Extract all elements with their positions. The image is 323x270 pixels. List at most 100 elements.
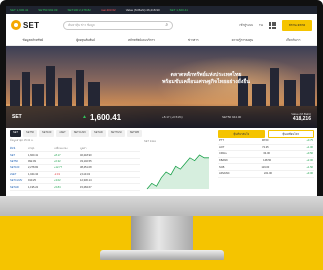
index-chart[interactable] xyxy=(144,146,212,192)
row-last: 2,278.82 xyxy=(28,166,39,170)
login-link[interactable]: เข้าสู่ระบบ xyxy=(239,23,253,28)
highlight-symbol: ADVANC xyxy=(219,172,230,176)
tab-set50[interactable]: SET50 xyxy=(23,130,37,137)
site-header: SET ค้นหาหุ้น ข่าว ข้อมูล ⌕ เข้าสู่ระบบ … xyxy=(6,14,317,36)
row-value: 15,284.67 xyxy=(80,185,92,189)
set-logo-icon xyxy=(11,20,21,30)
set-logo[interactable]: SET xyxy=(11,20,39,30)
row-value: 38,451.08 xyxy=(80,166,92,170)
market-value: Value (M.Baht) 418,216 xyxy=(291,112,311,122)
nav-item-news[interactable]: ข่าวสาร xyxy=(188,38,199,43)
hero-title-line1: ตลาดหลักทรัพย์แห่งประเทศไทย xyxy=(170,72,242,78)
ticker-item[interactable]: SET50 992.09 xyxy=(38,8,57,12)
highlight-change: +0.75 xyxy=(306,139,313,143)
highlight-row[interactable]: CPALL 64.00 +0.50 xyxy=(218,151,314,158)
hero-banner: ตลาดหลักทรัพย์แห่งประเทศไทย พร้อมขับเคลื… xyxy=(6,46,317,128)
search-icon[interactable]: ⌕ xyxy=(165,22,168,28)
ticker-item[interactable]: mai 403.62 xyxy=(101,8,116,12)
apps-grid-icon[interactable] xyxy=(269,21,276,29)
main-nav: ข้อมูลหลักทรัพย์ ผู้ลงทุนสัมพันธ์ หลักทร… xyxy=(6,36,317,46)
row-symbol[interactable]: SETHD xyxy=(10,186,28,189)
column-header: เปลี่ยนแปลง xyxy=(54,146,68,150)
search-input[interactable]: ค้นหาหุ้น ข่าว ข้อมูล ⌕ xyxy=(63,20,174,30)
monitor-stand-neck xyxy=(131,216,193,252)
highlight-symbol: CPALL xyxy=(219,152,228,156)
highlight-price: 64.00 xyxy=(263,152,270,156)
browser-screen: SET 1,600.41 SET50 992.09 SET100 2,278.82 m… xyxy=(6,6,317,196)
nav-item-investor-relations[interactable]: ผู้ลงทุนสัมพันธ์ xyxy=(76,38,95,43)
update-time: ข้อมูลล่าสุด 15:42 น. xyxy=(10,139,34,142)
row-change: +6.32 xyxy=(54,159,61,163)
column-header: มูลค่า xyxy=(80,146,87,150)
logo-text: SET xyxy=(23,20,40,30)
row-symbol[interactable]: SET xyxy=(10,154,28,157)
row-symbol[interactable]: SET100 xyxy=(10,166,28,169)
highlight-row[interactable]: KBANK 148.50 +2.00 xyxy=(218,158,314,165)
row-last: 910.25 xyxy=(28,179,36,183)
tab-setwb[interactable]: SETWB xyxy=(126,130,142,137)
chart-title: SET Index xyxy=(144,140,157,143)
monitor-stand-base xyxy=(100,250,224,260)
highlight-row[interactable]: ADVANC 221.00 +3.00 xyxy=(218,171,314,178)
highlight-tab[interactable]: หุ้นที่น่าสนใจ xyxy=(218,130,265,138)
highlight-symbol: SCB xyxy=(219,165,225,169)
row-change: -2.19 xyxy=(54,172,60,176)
row-change: +8.17 xyxy=(54,153,61,157)
index-summary-bar[interactable]: SET ▲ 1,600.41 +8.17 (+0.51%) SET50 944.… xyxy=(6,106,317,128)
tab-sset[interactable]: sSET xyxy=(56,130,69,137)
highlight-row[interactable]: AOT 72.25 +1.00 xyxy=(218,145,314,152)
row-value: 33,102.55 xyxy=(80,159,92,163)
nav-item-about[interactable]: เกี่ยวกับเรา xyxy=(286,38,300,43)
ticker-item[interactable]: SET 1,600.41 xyxy=(170,8,188,12)
highlight-price: 148.50 xyxy=(263,159,272,163)
row-symbol[interactable]: SET50 xyxy=(10,160,28,163)
highlight-symbol: KBANK xyxy=(219,159,228,163)
market-status-button[interactable]: สถานะตลาด xyxy=(282,19,312,31)
highlight-price: 38.50 xyxy=(261,139,269,143)
nav-item-products[interactable]: หลักทรัพย์และบริการ xyxy=(128,38,155,43)
row-value: 12,330.14 xyxy=(80,179,92,183)
highlight-change: +2.00 xyxy=(306,159,313,163)
ticker-item[interactable]: Value (M.Baht) 46,218.90 xyxy=(126,8,160,12)
row-value: 46,218.90 xyxy=(80,153,92,157)
table-row[interactable]: SETHD 1,195.22 +5.84 15,284.67 xyxy=(10,184,140,191)
row-last: 1,600.41 xyxy=(28,153,39,157)
row-last: 992.09 xyxy=(28,159,36,163)
column-header: ล่าสุด xyxy=(28,146,35,150)
highlight-row[interactable]: PTT 38.50 +0.75 xyxy=(218,138,314,145)
monitor-bezel: SET 1,600.41 SET50 992.09 SET100 2,278.82 m… xyxy=(0,0,323,196)
ticker-item[interactable]: SET100 2,278.82 xyxy=(67,8,90,12)
nav-item-knowledge[interactable]: ความรู้การลงทุน xyxy=(232,38,253,43)
index-tabs: SET SET50 SET100 sSET SETCLMV SETHD SETTHSI SET… xyxy=(10,130,210,137)
row-symbol[interactable]: sSET xyxy=(10,173,28,176)
highlight-change: +3.00 xyxy=(306,172,313,176)
up-arrow-icon: ▲ xyxy=(82,114,87,120)
index-name: SET xyxy=(12,114,22,120)
language-switch[interactable]: TH xyxy=(259,23,263,27)
highlight-symbol: AOT xyxy=(219,145,225,149)
row-symbol[interactable]: SETCLMV xyxy=(10,179,28,182)
hero-title-line2: พร้อมขับเคลื่อนเศรษฐกิจไทยอย่างยั่งยืน xyxy=(162,79,250,85)
row-change: +12.77 xyxy=(54,166,63,170)
index-table: ดัชนี ล่าสุด เปลี่ยนแปลง มูลค่า SET 1,600.41 +… xyxy=(10,146,140,191)
search-placeholder: ค้นหาหุ้น ข่าว ข้อมูล xyxy=(68,22,95,27)
column-header: ดัชนี xyxy=(10,146,16,150)
tab-setthsi[interactable]: SETTHSI xyxy=(107,130,125,137)
highlight-row[interactable]: SCB 119.00 +1.50 xyxy=(218,164,314,171)
nav-item-securities[interactable]: ข้อมูลหลักทรัพย์ xyxy=(23,38,44,43)
row-value: 2,110.43 xyxy=(80,172,90,176)
tab-set100[interactable]: SET100 xyxy=(38,130,55,137)
tab-set[interactable]: SET xyxy=(10,130,22,137)
highlight-price: 221.00 xyxy=(264,172,272,176)
row-change: +5.84 xyxy=(54,185,61,189)
highlight-tab[interactable]: หุ้นเคลื่อนไหว xyxy=(267,130,314,138)
stock-highlights: หุ้นที่น่าสนใจ หุ้นเคลื่อนไหว PTT 38.50 +0.… xyxy=(218,130,314,194)
highlight-change: +1.00 xyxy=(306,145,313,149)
mini-index: SET50 944.00 xyxy=(222,115,242,119)
tab-setclmv[interactable]: SETCLMV xyxy=(70,130,89,137)
row-last: 1,195.22 xyxy=(28,185,39,189)
ticker-item[interactable]: SET 1,600.41 xyxy=(10,8,28,12)
highlight-symbol: PTT xyxy=(219,139,224,143)
tab-sethd[interactable]: SETHD xyxy=(90,130,106,137)
row-change: +3.02 xyxy=(54,179,61,183)
